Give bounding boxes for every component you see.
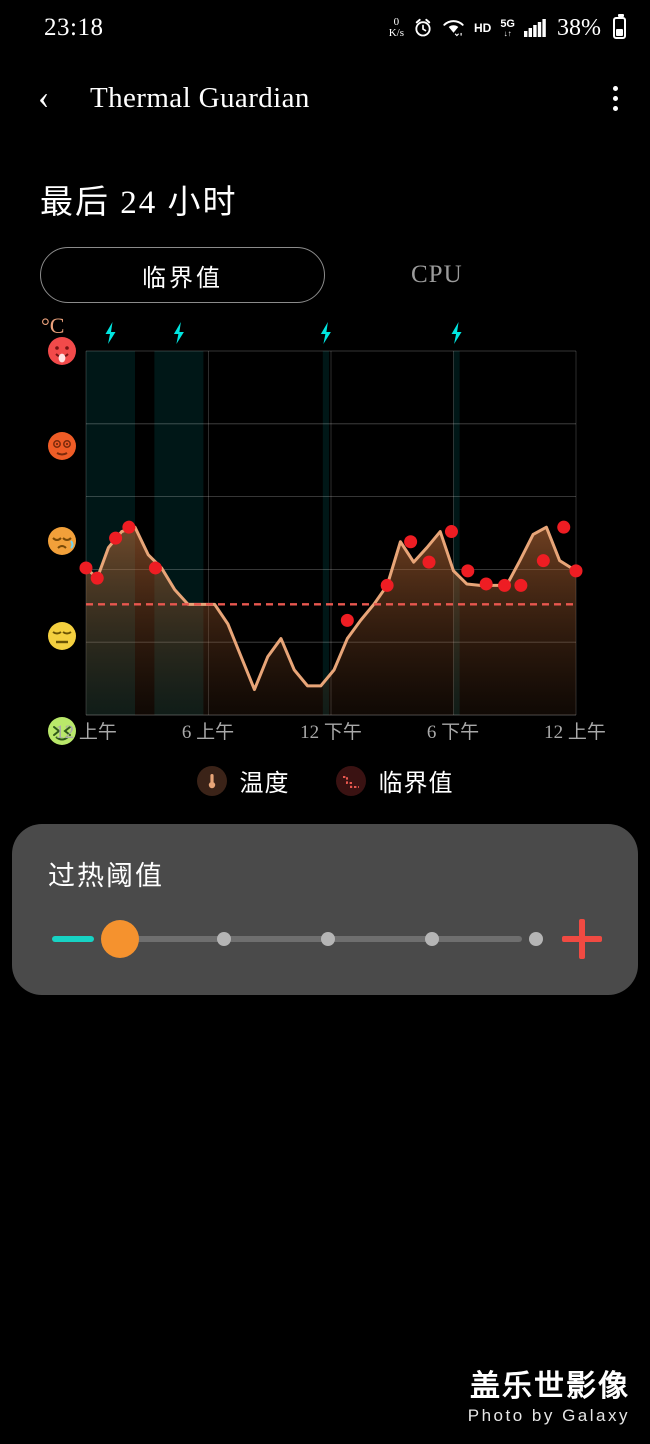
slider-tick[interactable] — [425, 932, 439, 946]
hd-voice-icon: HD — [473, 21, 492, 35]
status-bar: 23:18 0 K/s HD 5G ↓↑ 38% — [0, 0, 650, 56]
thermometer-icon — [196, 765, 227, 796]
legend-item-temperature: 温度 — [196, 763, 290, 798]
temperature-data-point — [444, 525, 458, 539]
x-tick-label: 12 下午 — [300, 722, 362, 743]
minus-icon[interactable] — [52, 936, 94, 942]
x-tick-label: 12 上午 — [544, 722, 606, 743]
overheat-threshold-title: 过热阈值 — [48, 861, 164, 891]
signal-bars-icon — [524, 19, 546, 37]
legend-label-threshold: 临界值 — [378, 771, 454, 797]
slider-thumb[interactable] — [101, 920, 139, 958]
exploding-head-emoji — [47, 431, 77, 461]
temperature-data-point — [340, 613, 354, 627]
slider-tick[interactable] — [217, 932, 231, 946]
watermark-en-text: Photo by Galaxy — [467, 1406, 630, 1425]
status-clock: 23:18 — [44, 14, 104, 41]
weary-face-emoji — [47, 526, 77, 556]
battery-icon — [613, 14, 626, 39]
app-bar: ‹ Thermal Guardian — [0, 56, 650, 140]
lightning-bolt-icon — [105, 322, 116, 344]
chart-legend: 温度 临界值 — [0, 763, 650, 798]
alarm-clock-icon — [413, 18, 433, 38]
chart-x-axis-labels: 12 上午 6 上午 12 下午 6 下午 12 上午 — [0, 717, 650, 747]
charging-band — [322, 351, 329, 715]
data-arrows-icon: ↓↑ — [503, 28, 512, 38]
overheat-threshold-slider-row — [48, 919, 602, 959]
temperature-data-point — [148, 561, 162, 575]
x-tick-label: 6 上午 — [181, 722, 235, 743]
status-icon-group: 0 K/s HD 5G ↓↑ 38% — [389, 14, 626, 42]
temperature-data-point — [422, 555, 436, 569]
tab-threshold[interactable]: 临界值 — [40, 247, 325, 303]
network-generation-label: 5G — [500, 17, 515, 30]
lightning-bolt-icon — [173, 322, 184, 344]
legend-item-threshold: 临界值 — [335, 763, 454, 798]
temperature-data-point — [557, 520, 571, 534]
temperature-data-point — [380, 578, 394, 592]
tab-bar: 临界值 CPU — [0, 247, 650, 303]
temperature-data-point — [109, 531, 123, 545]
watermark-cn-text: 盖乐世影像 — [470, 1370, 630, 1403]
temperature-chart: 12 上午 6 上午 12 下午 6 下午 12 上午 — [0, 319, 650, 745]
hot-face-emoji — [47, 336, 77, 366]
temperature-data-point — [461, 564, 475, 578]
temperature-data-point — [404, 535, 418, 549]
plus-icon[interactable] — [562, 919, 602, 959]
lightning-bolt-icon — [320, 322, 331, 344]
overheat-threshold-slider[interactable] — [101, 919, 543, 959]
lightning-bolt-icon — [451, 322, 462, 344]
back-chevron-icon[interactable]: ‹ — [38, 81, 72, 115]
page-title: Thermal Guardian — [90, 81, 310, 114]
temperature-data-point — [79, 561, 93, 575]
wifi-icon — [442, 18, 465, 38]
overflow-menu-icon[interactable] — [607, 80, 624, 117]
x-tick-label: 12 上午 — [55, 722, 117, 743]
temperature-data-point — [90, 571, 104, 585]
temperature-data-point — [569, 564, 583, 578]
confounded-face-emoji — [47, 621, 77, 651]
legend-label-temperature: 温度 — [239, 771, 290, 797]
temperature-data-point — [498, 578, 512, 592]
network-speed-unit: K/s — [388, 27, 404, 39]
tab-cpu[interactable]: CPU — [393, 251, 481, 299]
temperature-data-point — [514, 578, 528, 592]
temperature-data-point — [536, 554, 550, 568]
temperature-data-point — [122, 520, 136, 534]
range-headline: 最后 24 小时 — [40, 185, 238, 221]
slider-tick[interactable] — [321, 932, 335, 946]
overheat-threshold-card: 过热阈值 — [12, 824, 638, 995]
x-tick-label: 6 下午 — [426, 722, 480, 743]
mobile-network-type-icon: 5G ↓↑ — [500, 17, 515, 38]
slider-tick[interactable] — [529, 932, 543, 946]
galaxy-watermark: 盖乐世影像 Photo by Galaxy — [468, 1361, 630, 1426]
battery-percent-label: 38% — [557, 14, 601, 41]
temperature-chart-svg — [79, 322, 583, 716]
network-speed-indicator: 0 K/s — [389, 17, 404, 39]
temperature-data-point — [479, 577, 493, 591]
threshold-dashed-line-icon — [335, 765, 366, 796]
